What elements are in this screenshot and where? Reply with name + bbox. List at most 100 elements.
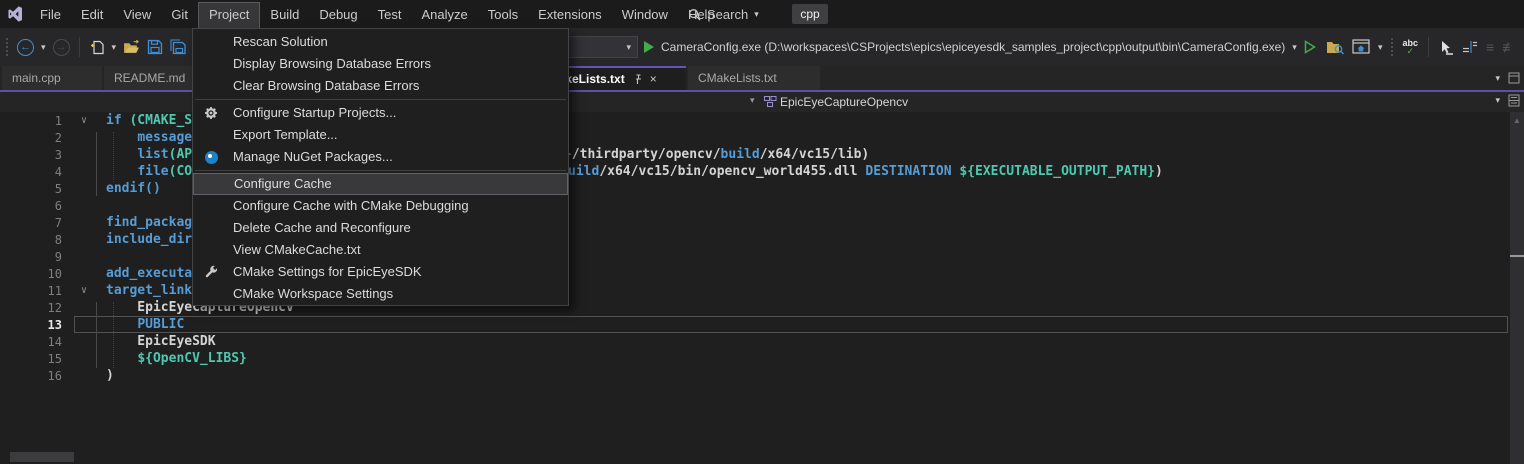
window-layout-icon[interactable] xyxy=(1508,72,1520,84)
code-token: if xyxy=(106,113,129,128)
new-file-button[interactable] xyxy=(89,39,105,56)
horizontal-scrollbar-thumb[interactable] xyxy=(10,452,74,462)
code-line-13[interactable]: 13 PUBLIC xyxy=(0,316,1524,333)
menu-edit[interactable]: Edit xyxy=(71,2,113,28)
menu-tools[interactable]: Tools xyxy=(478,2,528,28)
tab-label: main.cpp xyxy=(12,71,61,85)
menu-build[interactable]: Build xyxy=(260,2,309,28)
menu-project[interactable]: Project xyxy=(198,2,260,28)
uncomment-lines-icon-disabled: ≢ xyxy=(1502,39,1516,55)
code-token: ${OpenCV_LIBS} xyxy=(137,351,247,366)
menu-item-display-browsing-database-errors[interactable]: Display Browsing Database Errors xyxy=(193,53,568,75)
menu-git[interactable]: Git xyxy=(161,2,198,28)
tablist-dropdown-icon[interactable]: ▾ xyxy=(1495,73,1500,84)
menu-item-configure-cache-with-cmake-debugging[interactable]: Configure Cache with CMake Debugging xyxy=(193,195,568,217)
code-token xyxy=(106,317,137,332)
start-without-debugging-icon[interactable] xyxy=(1304,40,1316,54)
code-token: add_executa xyxy=(106,266,192,281)
scrollbar-up-icon[interactable]: ▲ xyxy=(1513,116,1521,125)
search-dropdown-icon[interactable]: ▾ xyxy=(754,9,759,20)
close-tab-icon[interactable]: × xyxy=(650,72,657,86)
save-button[interactable] xyxy=(147,39,163,55)
code-line-15[interactable]: 15 ${OpenCV_LIBS} xyxy=(0,350,1524,367)
home-window-icon[interactable] xyxy=(1352,39,1370,55)
menu-item-label: Configure Cache xyxy=(234,176,332,191)
menu-item-delete-cache-and-reconfigure[interactable]: Delete Cache and Reconfigure xyxy=(193,217,568,239)
save-all-button[interactable] xyxy=(170,39,187,55)
line-number: 11 xyxy=(0,284,62,298)
menu-item-manage-nuget-packages[interactable]: Manage NuGet Packages... xyxy=(193,146,568,168)
code-token xyxy=(106,164,137,179)
code-token: /x64/vc15/lib) xyxy=(760,147,870,162)
line-number: 15 xyxy=(0,352,62,366)
run-target-dropdown-icon[interactable]: ▾ xyxy=(1292,42,1297,53)
scrollbar-caret-mark xyxy=(1510,255,1524,257)
vs-ide-window: FileEditViewGitProjectBuildDebugTestAnal… xyxy=(0,0,1524,464)
menu-item-cmake-settings-for-epiceyesdk[interactable]: CMake Settings for EpicEyeSDK xyxy=(193,261,568,283)
run-target-label[interactable]: CameraConfig.exe (D:\workspaces\CSProjec… xyxy=(661,40,1285,54)
start-debugging-icon[interactable] xyxy=(644,41,654,53)
menu-window[interactable]: Window xyxy=(612,2,678,28)
profile-badge[interactable]: cpp xyxy=(792,4,828,24)
fold-bracket xyxy=(96,132,97,196)
code-fragment: uild/x64/vc15/bin/opencv_world455.dll DE… xyxy=(568,163,1163,180)
split-editor-icon[interactable] xyxy=(1508,94,1520,107)
code-token: ) xyxy=(1155,164,1163,179)
menu-debug[interactable]: Debug xyxy=(309,2,367,28)
select-mode-icon[interactable] xyxy=(1439,40,1454,55)
gear-icon xyxy=(200,104,222,122)
toolbar-grip[interactable] xyxy=(1391,38,1395,56)
menu-item-view-cmakecache-txt[interactable]: View CMakeCache.txt xyxy=(193,239,568,261)
code-token: (AP xyxy=(169,147,192,162)
open-file-button[interactable] xyxy=(123,40,140,55)
vertical-scrollbar[interactable]: ▲ xyxy=(1510,112,1524,464)
line-number: 6 xyxy=(0,199,62,213)
member-dropdown-icon[interactable]: ▾ xyxy=(1495,95,1500,106)
fold-collapse-icon[interactable]: ∨ xyxy=(62,285,106,296)
find-in-files-icon[interactable] xyxy=(1326,40,1344,55)
scope-dropdown-icon[interactable]: ▾ xyxy=(750,95,755,106)
menu-item-configure-startup-projects[interactable]: Configure Startup Projects... xyxy=(193,102,568,124)
tab-main.cpp[interactable]: main.cpp xyxy=(2,66,102,90)
line-number: 16 xyxy=(0,369,62,383)
navigate-forward-button[interactable]: → xyxy=(53,39,70,56)
menu-item-label: Export Template... xyxy=(233,127,338,142)
spell-check-icon[interactable]: abc ✓ xyxy=(1403,39,1419,55)
search-box[interactable]: Search ▾ xyxy=(688,0,759,28)
menu-extensions[interactable]: Extensions xyxy=(528,2,612,28)
fold-collapse-icon[interactable]: ∨ xyxy=(62,115,106,126)
line-number: 9 xyxy=(0,250,62,264)
line-number: 3 xyxy=(0,148,62,162)
tab-label: CMakeLists.txt xyxy=(698,71,777,85)
line-number: 13 xyxy=(0,318,62,332)
project-scope-icon xyxy=(764,96,777,108)
menu-item-rescan-solution[interactable]: Rescan Solution xyxy=(193,31,568,53)
menu-test[interactable]: Test xyxy=(368,2,412,28)
menu-analyze[interactable]: Analyze xyxy=(411,2,477,28)
scope-selector[interactable]: EpicEyeCaptureOpencv xyxy=(780,92,908,112)
format-indent-icon[interactable] xyxy=(1462,40,1478,54)
tab-label: README.md xyxy=(114,71,185,85)
tab-cmakelists.txt[interactable]: CMakeLists.txt xyxy=(688,66,820,90)
code-token: file xyxy=(137,164,168,179)
home-window-dropdown-icon[interactable]: ▾ xyxy=(1378,42,1383,53)
code-line-16[interactable]: 16) xyxy=(0,367,1524,384)
indent-guide xyxy=(113,302,114,368)
navigate-back-dropdown-icon[interactable]: ▾ xyxy=(41,42,46,53)
menu-item-clear-browsing-database-errors[interactable]: Clear Browsing Database Errors xyxy=(193,75,568,97)
code-token: (CO xyxy=(169,164,192,179)
menu-item-configure-cache[interactable]: Configure Cache xyxy=(193,173,568,195)
tab-readme.md[interactable]: README.md xyxy=(104,66,198,90)
navigate-back-button[interactable]: ← xyxy=(17,39,34,56)
menu-view[interactable]: View xyxy=(113,2,161,28)
menu-file[interactable]: File xyxy=(30,2,71,28)
pin-tab-icon[interactable] xyxy=(632,74,643,85)
toolbar-grip[interactable] xyxy=(6,38,10,56)
new-file-dropdown-icon[interactable]: ▾ xyxy=(112,42,117,53)
menu-item-label: Manage NuGet Packages... xyxy=(233,149,393,164)
menu-item-export-template[interactable]: Export Template... xyxy=(193,124,568,146)
line-number: 8 xyxy=(0,233,62,247)
code-line-14[interactable]: 14 EpicEyeSDK xyxy=(0,333,1524,350)
menu-item-cmake-workspace-settings[interactable]: CMake Workspace Settings xyxy=(193,283,568,305)
code-token: include_dir xyxy=(106,232,192,247)
